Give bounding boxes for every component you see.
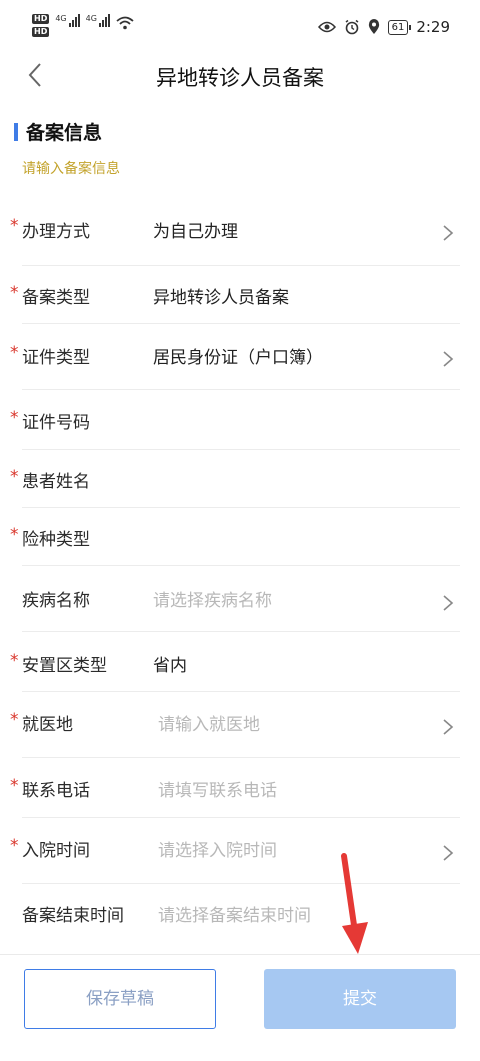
annotation-arrow-icon: [341, 853, 368, 954]
form-row-patient-name[interactable]: * 患者姓名: [0, 450, 480, 508]
field-label: 证件类型: [22, 348, 90, 368]
field-label: 备案类型: [22, 288, 90, 308]
medical-location-input[interactable]: 请输入就医地: [158, 710, 260, 735]
location-icon: [368, 19, 379, 34]
chevron-right-icon: [443, 225, 454, 241]
field-label: 联系电话: [22, 781, 90, 801]
network-type-label: 4G: [85, 14, 97, 23]
form-row-filing-type[interactable]: * 备案类型 异地转诊人员备案: [0, 266, 480, 324]
required-mark: *: [10, 710, 19, 730]
filing-end-time-select[interactable]: 请选择备案结束时间: [158, 901, 311, 926]
field-label: 安置区类型: [22, 656, 107, 676]
field-label: 就医地: [22, 715, 73, 735]
page-title: 异地转诊人员备案: [156, 66, 324, 90]
battery-indicator: 61: [387, 19, 412, 35]
submit-button[interactable]: 提交: [264, 969, 456, 1029]
disease-name-select[interactable]: 请选择疾病名称: [153, 586, 272, 611]
section-title: 备案信息: [26, 122, 103, 144]
chevron-right-icon: [443, 351, 454, 367]
section-accent-bar: [14, 122, 18, 141]
field-label: 险种类型: [22, 530, 90, 550]
form-row-insurance-type[interactable]: * 险种类型: [0, 508, 480, 566]
wifi-icon: [116, 16, 134, 30]
required-mark: *: [10, 776, 19, 796]
section-header: 备案信息: [14, 118, 102, 145]
field-label: 证件号码: [22, 413, 90, 433]
field-label: 患者姓名: [22, 472, 90, 492]
phone-input[interactable]: 请填写联系电话: [158, 776, 277, 801]
form-row-id-number[interactable]: * 证件号码: [0, 390, 480, 450]
required-mark: *: [10, 408, 19, 428]
status-bar: HD HD 4G 4G 61 2:29: [0, 0, 480, 52]
required-mark: *: [10, 283, 19, 303]
form-row-phone[interactable]: * 联系电话 请填写联系电话: [0, 758, 480, 818]
required-mark: *: [10, 836, 19, 856]
form-row-medical-location[interactable]: * 就医地 请输入就医地: [0, 692, 480, 758]
form-row-id-type[interactable]: * 证件类型 居民身份证（户口簿）: [0, 324, 480, 390]
admission-time-select[interactable]: 请选择入院时间: [158, 836, 277, 861]
chevron-right-icon: [443, 595, 454, 611]
id-type-value[interactable]: 居民身份证（户口簿）: [153, 343, 323, 368]
clock: 2:29: [416, 18, 450, 36]
nav-header: 异地转诊人员备案: [0, 52, 480, 98]
form-row-admission-time[interactable]: * 入院时间 请选择入院时间: [0, 818, 480, 884]
form-row-filing-end-time[interactable]: 备案结束时间 请选择备案结束时间: [0, 884, 480, 944]
required-mark: *: [10, 216, 19, 236]
status-left: HD HD 4G 4G: [32, 14, 134, 37]
placement-type-value[interactable]: 省内: [153, 651, 187, 676]
alarm-icon: [345, 19, 359, 35]
signal-icon: 4G: [86, 14, 110, 27]
field-label: 备案结束时间: [22, 906, 124, 926]
field-label: 办理方式: [22, 222, 90, 242]
hd-badge: HD: [32, 14, 50, 24]
status-right: 61 2:29: [317, 18, 450, 36]
required-mark: *: [10, 525, 19, 545]
required-mark: *: [10, 651, 19, 671]
network-type-label: 4G: [55, 14, 67, 23]
filing-type-value: 异地转诊人员备案: [153, 288, 289, 308]
form-row-disease-name[interactable]: 疾病名称 请选择疾病名称: [0, 566, 480, 632]
hd-badge: HD: [32, 27, 50, 37]
field-label: 疾病名称: [22, 591, 90, 611]
required-mark: *: [10, 467, 19, 487]
bottom-action-bar: 保存草稿 提交: [0, 954, 480, 1061]
eye-icon: [317, 21, 336, 33]
handling-method-value[interactable]: 为自己办理: [153, 217, 238, 242]
form-row-placement-type[interactable]: * 安置区类型 省内: [0, 632, 480, 692]
section-hint: 请输入备案信息: [22, 161, 120, 177]
signal-icon: 4G: [55, 14, 80, 27]
chevron-right-icon: [443, 845, 454, 861]
chevron-right-icon: [443, 719, 454, 735]
field-label: 入院时间: [22, 841, 90, 861]
required-mark: *: [10, 343, 19, 363]
form-row-handling-method[interactable]: * 办理方式 为自己办理: [0, 196, 480, 266]
save-draft-button[interactable]: 保存草稿: [24, 969, 216, 1029]
